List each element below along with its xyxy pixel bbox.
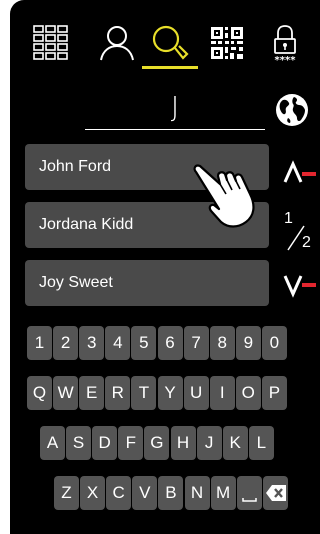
- key-x[interactable]: X: [80, 476, 106, 510]
- contact-name: Jordana Kidd: [39, 216, 134, 233]
- key-y[interactable]: Y: [157, 376, 183, 410]
- page-indicator: 1 2: [280, 210, 320, 258]
- key-w[interactable]: W: [53, 376, 79, 410]
- key-h[interactable]: H: [170, 426, 196, 460]
- search-input-underline: [85, 129, 265, 130]
- backspace-key[interactable]: [262, 476, 288, 510]
- key-f[interactable]: F: [118, 426, 144, 460]
- keypad-grid-icon[interactable]: [30, 22, 72, 64]
- key-g[interactable]: G: [144, 426, 170, 460]
- scroll-up-button[interactable]: [282, 158, 318, 186]
- key-9[interactable]: 9: [235, 326, 261, 360]
- key-u[interactable]: U: [183, 376, 209, 410]
- key-p[interactable]: P: [261, 376, 287, 410]
- space-icon: [241, 498, 257, 502]
- intercom-screen: **** J John Ford Jordana Kidd Joy Sweet …: [10, 0, 320, 534]
- key-q[interactable]: Q: [27, 376, 52, 410]
- page-total: 2: [302, 234, 311, 251]
- key-b[interactable]: B: [158, 476, 184, 510]
- key-e[interactable]: E: [79, 376, 105, 410]
- key-k[interactable]: K: [222, 426, 248, 460]
- search-input[interactable]: J: [85, 90, 265, 123]
- key-1[interactable]: 1: [27, 326, 52, 360]
- key-0[interactable]: 0: [261, 326, 287, 360]
- contact-item[interactable]: Joy Sweet: [25, 260, 269, 306]
- active-tab-indicator: [142, 66, 198, 69]
- key-4[interactable]: 4: [105, 326, 131, 360]
- key-2[interactable]: 2: [53, 326, 79, 360]
- pointing-hand-icon: [190, 158, 272, 232]
- space-key[interactable]: [236, 476, 262, 510]
- key-m[interactable]: M: [210, 476, 236, 510]
- key-8[interactable]: 8: [209, 326, 235, 360]
- lock-code-label: ****: [275, 55, 297, 64]
- key-l[interactable]: L: [248, 426, 274, 460]
- key-s[interactable]: S: [66, 426, 92, 460]
- key-t[interactable]: T: [131, 376, 157, 410]
- search-icon[interactable]: [149, 22, 191, 64]
- contact-name: Joy Sweet: [39, 274, 113, 291]
- key-i[interactable]: I: [209, 376, 235, 410]
- lock-code-icon[interactable]: ****: [264, 22, 306, 66]
- key-z[interactable]: Z: [54, 476, 79, 510]
- backspace-icon: [265, 485, 286, 501]
- globe-icon[interactable]: [274, 92, 310, 128]
- key-n[interactable]: N: [184, 476, 210, 510]
- key-5[interactable]: 5: [131, 326, 157, 360]
- key-o[interactable]: O: [235, 376, 261, 410]
- key-a[interactable]: A: [40, 426, 65, 460]
- key-j[interactable]: J: [196, 426, 222, 460]
- contact-name: John Ford: [39, 158, 112, 175]
- qr-code-icon[interactable]: [206, 22, 248, 64]
- scroll-down-button[interactable]: [282, 272, 318, 300]
- key-r[interactable]: R: [105, 376, 131, 410]
- key-c[interactable]: C: [106, 476, 132, 510]
- contacts-person-icon[interactable]: [96, 22, 138, 64]
- key-7[interactable]: 7: [183, 326, 209, 360]
- key-v[interactable]: V: [132, 476, 158, 510]
- key-3[interactable]: 3: [79, 326, 105, 360]
- key-6[interactable]: 6: [157, 326, 183, 360]
- key-d[interactable]: D: [92, 426, 118, 460]
